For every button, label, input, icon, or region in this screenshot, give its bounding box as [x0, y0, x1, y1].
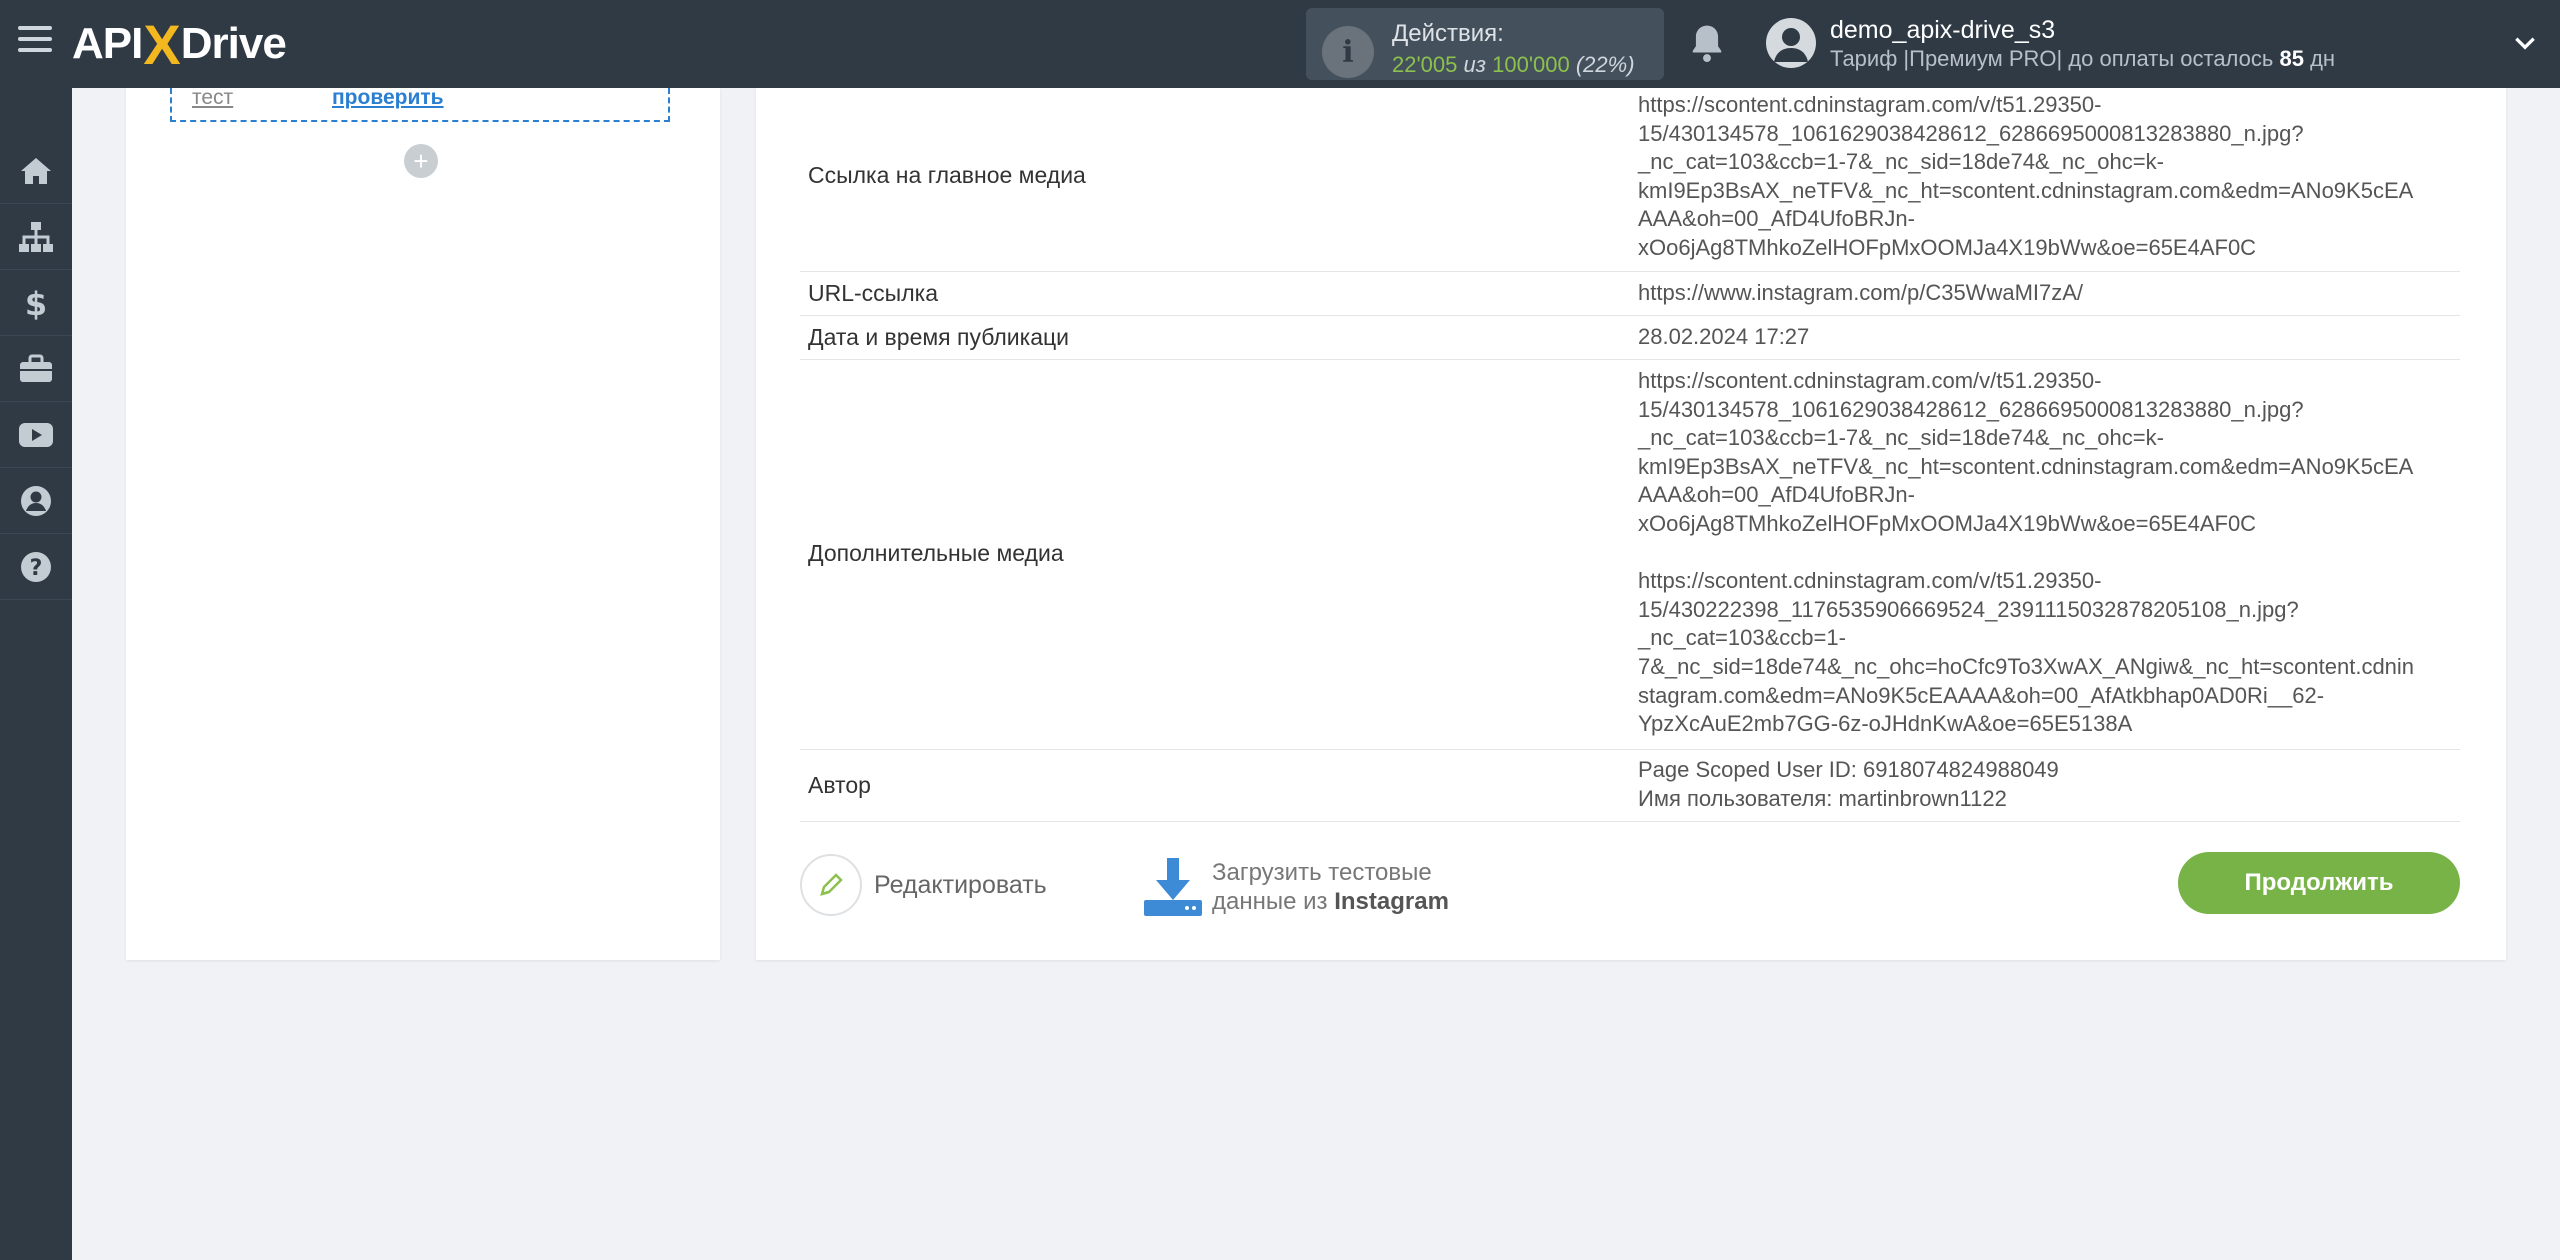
- value-line: _nc_cat=103&ccb=1-7&_nc_sid=18de74&_nc_o…: [1638, 149, 2164, 175]
- value-line: kmI9Ep3BsAX_neTFV&_nc_ht=scontent.cdnins…: [1638, 177, 2414, 203]
- help-icon: ?: [21, 551, 51, 582]
- value-line: xOo6jAg8TMhkoZelHOFpMxOOMJa4X19bWw&oe=65…: [1638, 234, 2257, 260]
- verify-link[interactable]: проверить: [332, 86, 444, 110]
- user-plan: Тариф |Премиум PRO| до оплаты осталось 8…: [1830, 46, 2335, 72]
- briefcase-icon: [20, 354, 52, 382]
- avatar[interactable]: [1766, 18, 1816, 68]
- download-icon: [1144, 858, 1202, 916]
- data-row-additional-media: Дополнительные медиа https://scontent.cd…: [800, 360, 2460, 750]
- continue-button[interactable]: Продолжить: [2178, 852, 2460, 914]
- actions-count: 22'005 из 100'000 (22%): [1392, 52, 1635, 78]
- row-label: Автор: [808, 772, 871, 798]
- row-value: https://scontent.cdninstagram.com/v/t51.…: [1638, 91, 2458, 263]
- row-value: 28.02.2024 17:27: [1638, 324, 1810, 349]
- data-row-url: URL-ссылка https://www.instagram.com/p/C…: [800, 272, 2460, 316]
- value-line: [1638, 539, 2458, 568]
- logo-api: API: [72, 19, 143, 68]
- value-line: 7&_nc_sid=18de74&_nc_ohc=hoCfc9To3XwAX_A…: [1638, 653, 2415, 679]
- value-line: YpzXcAuE2mb7GG-6z-oJHdnKwA&oe=65E5138A: [1638, 711, 2133, 737]
- top-bar: API X Drive i Действия: 22'005 из 100'000 …: [0, 0, 2560, 88]
- value-line: https://scontent.cdninstagram.com/v/t51.…: [1638, 568, 2102, 594]
- svg-text:$: $: [25, 285, 47, 321]
- load-line-2: данные из Instagram: [1212, 887, 1449, 916]
- value-line: https://scontent.cdninstagram.com/v/t51.…: [1638, 368, 2102, 393]
- load-test-data-button[interactable]: Загрузить тестовые данные из Instagram: [1142, 852, 1449, 922]
- sidebar-item-account[interactable]: [0, 468, 72, 534]
- chevron-down-icon[interactable]: [2512, 30, 2538, 56]
- sidebar-item-help[interactable]: ?: [0, 534, 72, 600]
- row-label: Ссылка на главное медиа: [808, 162, 1086, 188]
- sidebar-item-home[interactable]: [0, 138, 72, 204]
- add-step-button[interactable]: +: [404, 144, 438, 178]
- load-line-2-prefix: данные из: [1212, 888, 1328, 915]
- youtube-icon: [19, 422, 53, 447]
- load-source: Instagram: [1334, 888, 1449, 915]
- actions-total: 100'000: [1492, 52, 1570, 77]
- edit-label: Редактировать: [874, 870, 1047, 899]
- value-line: _nc_cat=103&ccb=1-: [1638, 625, 1846, 651]
- pencil-icon: [800, 854, 862, 916]
- sidebar: $ ?: [0, 88, 72, 1260]
- test-block: тест проверить: [170, 86, 670, 122]
- left-panel: тест проверить +: [126, 86, 720, 960]
- user-name[interactable]: demo_apix-drive_s3: [1830, 16, 2055, 45]
- logo-x: X: [143, 12, 180, 76]
- sidebar-item-connections[interactable]: [0, 204, 72, 270]
- actions-used: 22'005: [1392, 52, 1458, 77]
- sidebar-item-projects[interactable]: [0, 336, 72, 402]
- info-icon: i: [1322, 26, 1374, 78]
- actions-percent: (22%): [1575, 52, 1635, 77]
- value-line: _nc_cat=103&ccb=1-7&_nc_sid=18de74&_nc_o…: [1638, 425, 2164, 451]
- logo-drive: Drive: [180, 19, 287, 68]
- value-line: 15/430134578_1061629038428612_6286695000…: [1638, 120, 2304, 146]
- actions-title: Действия:: [1392, 20, 1504, 47]
- value-line: 15/430134578_1061629038428612_6286695000…: [1638, 396, 2304, 422]
- row-value: https://www.instagram.com/p/C35WwaMI7zA/: [1638, 280, 2084, 305]
- days-left: 85: [2279, 46, 2304, 71]
- menu-icon[interactable]: [18, 26, 52, 60]
- home-icon: [21, 157, 51, 184]
- data-row-author: Автор Page Scoped User ID: 6918074824988…: [800, 750, 2460, 822]
- actions-of: из: [1463, 52, 1486, 77]
- value-line: xOo6jAg8TMhkoZelHOFpMxOOMJa4X19bWw&oe=65…: [1638, 510, 2257, 536]
- data-row-main-media: Ссылка на главное медиа https://scontent…: [800, 88, 2460, 272]
- sidebar-item-video[interactable]: [0, 402, 72, 468]
- value-line: 15/430222398_1176535906669524_2391115032…: [1638, 596, 2299, 622]
- row-value: https://scontent.cdninstagram.com/v/t51.…: [1638, 367, 2458, 739]
- sidebar-item-billing[interactable]: $: [0, 270, 72, 336]
- data-panel: Ссылка на главное медиа https://scontent…: [756, 88, 2506, 960]
- row-label: Дополнительные медиа: [808, 540, 1064, 566]
- row-value: Page Scoped User ID: 6918074824988049 Им…: [1638, 756, 2458, 813]
- value-line: Имя пользователя: martinbrown1122: [1638, 785, 2007, 811]
- value-line: stagram.com&edm=ANo9K5cEAAAA&oh=00_AfAtk…: [1638, 682, 2325, 708]
- value-line: kmI9Ep3BsAX_neTFV&_nc_ht=scontent.cdnins…: [1638, 453, 2414, 479]
- row-label: Дата и время публикаци: [808, 324, 1070, 350]
- data-row-published: Дата и время публикаци 28.02.2024 17:27: [800, 316, 2460, 360]
- dollar-icon: $: [25, 285, 47, 321]
- days-suffix: дн: [2310, 46, 2336, 71]
- row-label: URL-ссылка: [808, 280, 938, 306]
- edit-button[interactable]: Редактировать: [800, 854, 1047, 916]
- plan-text: Тариф |Премиум PRO| до оплаты осталось: [1830, 46, 2274, 71]
- actions-counter: i Действия: 22'005 из 100'000 (22%): [1306, 8, 1664, 80]
- svg-text:?: ?: [30, 556, 43, 581]
- apix-drive-logo[interactable]: API X Drive: [72, 12, 287, 76]
- value-line: https://scontent.cdninstagram.com/v/t51.…: [1638, 92, 2102, 117]
- load-test-data-label: Загрузить тестовые данные из Instagram: [1212, 858, 1449, 916]
- user-circle-icon: [21, 485, 51, 516]
- sitemap-icon: [19, 221, 53, 252]
- load-line-1: Загрузить тестовые: [1212, 859, 1432, 886]
- value-line: AAA&oh=00_AfD4UfoBRJn-: [1638, 206, 1915, 232]
- value-line: Page Scoped User ID: 6918074824988049: [1638, 757, 2059, 782]
- bell-icon[interactable]: [1688, 22, 1726, 64]
- value-line: AAA&oh=00_AfD4UfoBRJn-: [1638, 482, 1915, 508]
- test-label[interactable]: тест: [192, 86, 233, 110]
